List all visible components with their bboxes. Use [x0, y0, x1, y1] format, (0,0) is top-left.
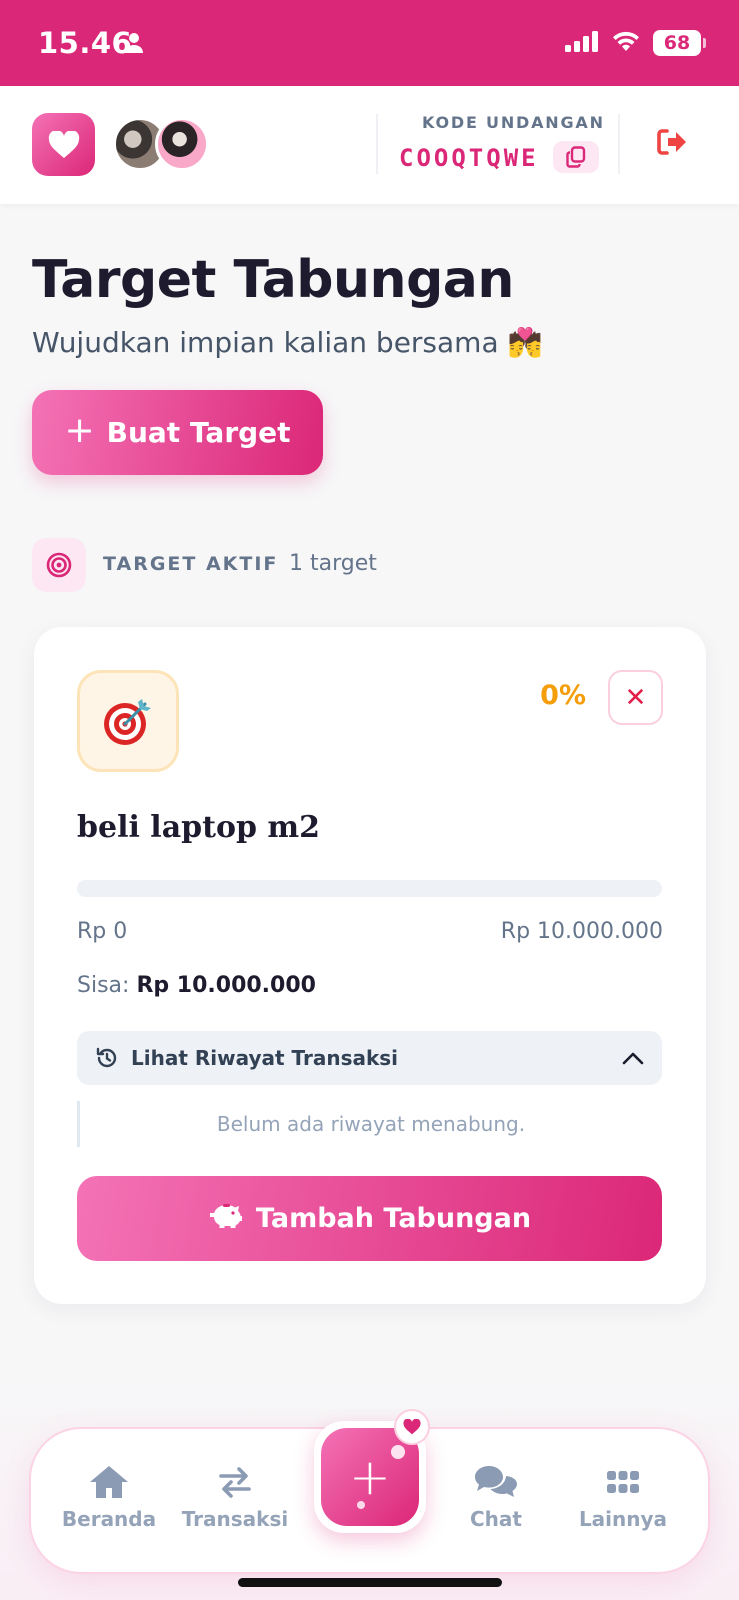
status-time: 15.46 — [38, 26, 133, 60]
bullseye-icon — [46, 552, 72, 578]
add-savings-label: Tambah Tabungan — [255, 1203, 532, 1234]
page-title: Target Tabungan — [32, 250, 514, 310]
nav-item-lainnya[interactable]: Lainnya — [558, 1463, 688, 1531]
goal-percent: 0% — [540, 680, 586, 711]
invite-code-label: KODE UNDANGAN — [422, 113, 605, 132]
battery-indicator: 68 — [653, 30, 706, 56]
add-savings-button[interactable]: Tambah Tabungan — [77, 1176, 662, 1261]
remaining-amount: Sisa: Rp 10.000.000 — [77, 973, 316, 998]
section-label: TARGET AKTIF — [103, 553, 279, 575]
logout-icon — [657, 129, 686, 155]
nav-label: Lainnya — [578, 1507, 668, 1531]
nav-item-beranda[interactable]: Beranda — [44, 1463, 174, 1531]
divider — [376, 114, 378, 174]
fab-heart-badge — [394, 1409, 430, 1445]
goal-icon — [77, 670, 179, 772]
invite-code: COOQTQWE — [399, 144, 539, 172]
heart-icon — [403, 1419, 421, 1435]
plus-icon: + — [349, 1448, 391, 1506]
nav-item-chat[interactable]: Chat — [431, 1463, 561, 1531]
section-count: 1 target — [289, 551, 377, 576]
goal-name: beli laptop m2 — [77, 810, 321, 845]
dart-target-icon — [104, 699, 151, 745]
history-toggle[interactable]: Lihat Riwayat Transaksi — [77, 1031, 662, 1085]
remaining-value: Rp 10.000.000 — [136, 973, 316, 998]
copy-icon — [566, 146, 586, 168]
goal-card: 0% ✕ beli laptop m2 Rp 0 Rp 10.000.000 S… — [34, 627, 706, 1304]
logout-button[interactable] — [656, 128, 688, 160]
home-indicator — [238, 1578, 502, 1587]
couple-avatars[interactable] — [113, 117, 213, 171]
swap-arrows-icon — [218, 1463, 252, 1501]
status-icons: 68 — [565, 30, 706, 56]
page-subtitle: Wujudkan impian kalian bersama 💏 — [32, 326, 543, 359]
history-empty-message: Belum ada riwayat menabung. — [77, 1101, 662, 1147]
history-icon — [95, 1046, 119, 1070]
home-icon — [88, 1463, 130, 1501]
target-section-icon — [32, 538, 86, 592]
create-target-button[interactable]: + Buat Target — [32, 390, 323, 475]
fab-sparkle — [391, 1445, 405, 1459]
app-logo[interactable] — [32, 113, 95, 176]
remaining-label: Sisa: — [77, 973, 130, 998]
piggy-bank-icon — [208, 1201, 242, 1236]
copy-button[interactable] — [553, 141, 599, 173]
goal-progress-bar — [77, 880, 662, 897]
close-icon: ✕ — [624, 682, 647, 713]
plus-icon: + — [64, 410, 95, 451]
avatar — [155, 117, 209, 171]
wifi-icon — [611, 30, 641, 56]
nav-item-transaksi[interactable]: Transaksi — [170, 1463, 300, 1531]
person-icon — [124, 32, 144, 58]
create-target-label: Buat Target — [106, 416, 291, 449]
nav-label: Transaksi — [181, 1507, 289, 1531]
heart-icon — [48, 130, 79, 158]
target-amount: Rp 10.000.000 — [500, 919, 663, 944]
nav-label: Chat — [470, 1507, 522, 1531]
nav-label: Beranda — [61, 1507, 157, 1531]
status-bar: 15.46 68 — [0, 0, 739, 86]
divider — [618, 114, 620, 174]
history-toggle-label: Lihat Riwayat Transaksi — [131, 1046, 399, 1070]
fab-sparkle — [357, 1501, 365, 1509]
chevron-up-icon — [622, 1051, 644, 1065]
signal-icon — [565, 30, 599, 56]
grid-dots-icon — [606, 1463, 640, 1501]
delete-goal-button[interactable]: ✕ — [608, 670, 663, 725]
chat-bubbles-icon — [473, 1463, 519, 1501]
current-amount: Rp 0 — [77, 919, 128, 944]
app-header: KODE UNDANGAN COOQTQWE — [0, 86, 739, 204]
